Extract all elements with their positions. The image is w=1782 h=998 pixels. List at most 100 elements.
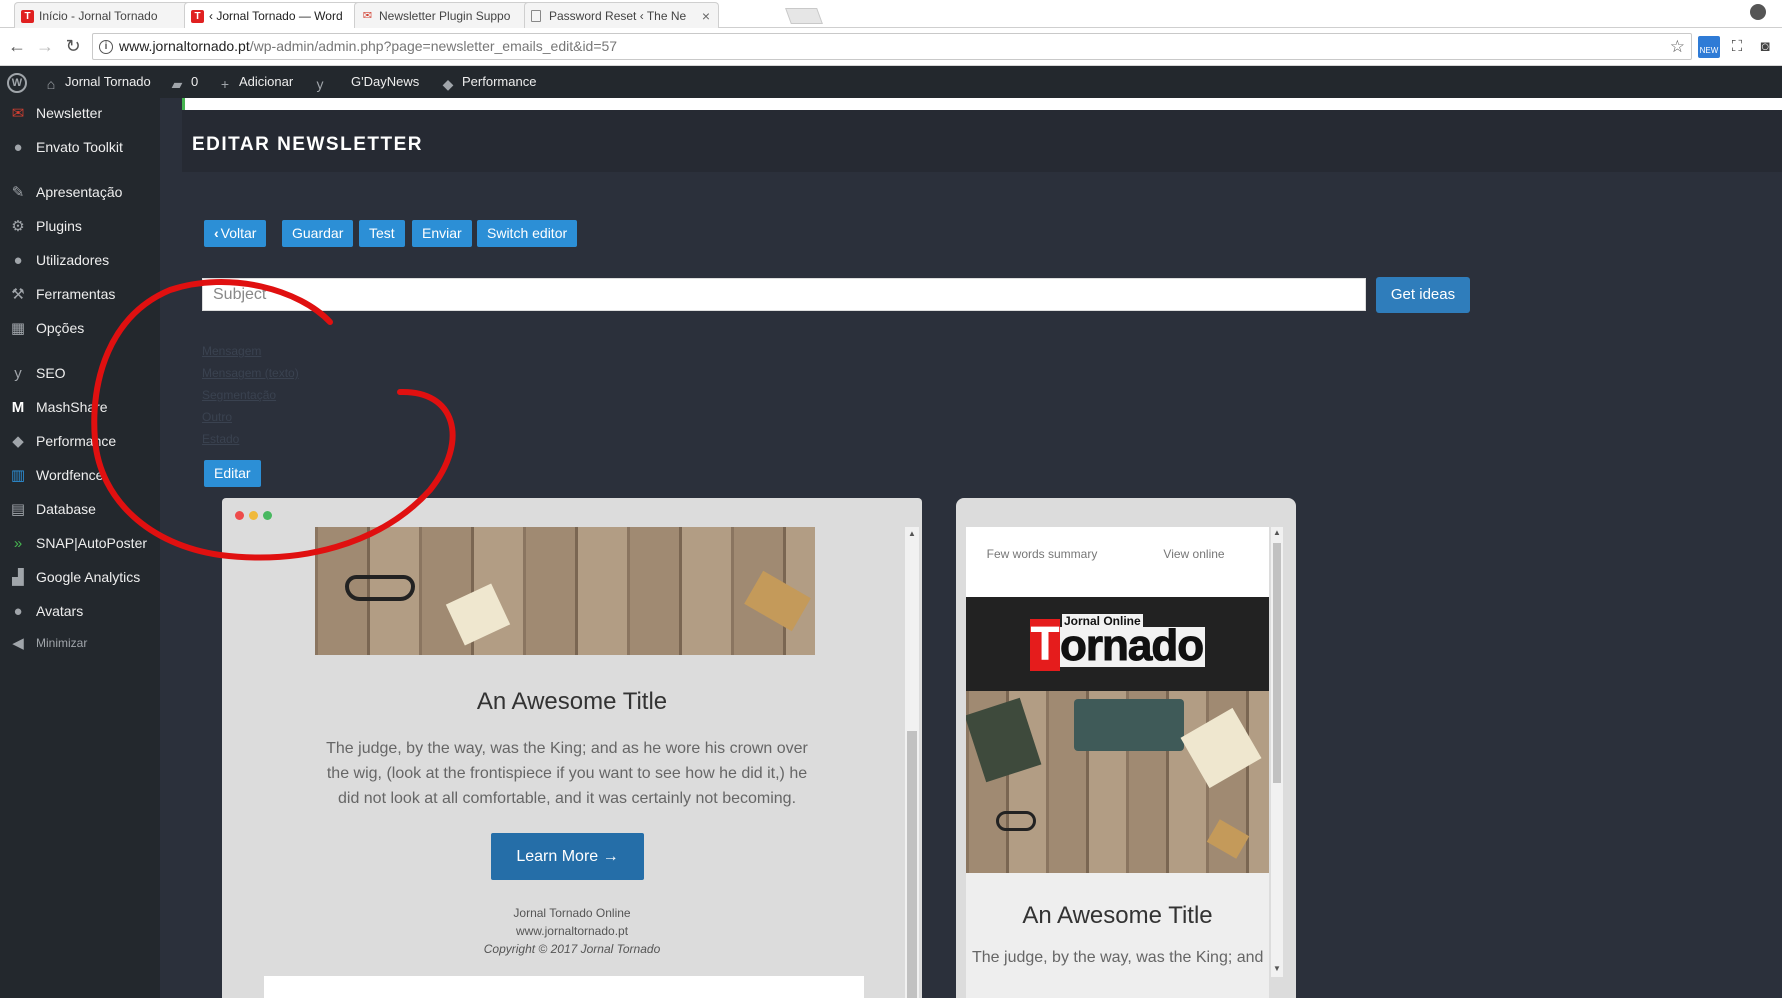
sidebar-item-opcoes[interactable]: ▦ Opções <box>0 315 160 345</box>
scroll-up-icon[interactable]: ▲ <box>905 527 919 541</box>
sidebar-item-utilizadores[interactable]: ● Utilizadores <box>0 247 160 277</box>
info-icon[interactable]: i <box>99 40 113 54</box>
desktop-preview: An Awesome Title The judge, by the way, … <box>222 498 922 998</box>
tab-segmentacao[interactable]: Segmentação <box>202 388 276 402</box>
email-body: The judge, by the way, was the King; and… <box>326 740 808 807</box>
subject-input[interactable] <box>202 278 1366 311</box>
gmail-favicon-icon: ✉ <box>362 10 373 22</box>
sidebar-item-envato-toolkit[interactable]: ● Envato Toolkit <box>0 134 160 164</box>
plus-icon: + <box>220 76 230 92</box>
settings-icon: ▦ <box>10 320 26 337</box>
sidebar-item-minimizar[interactable]: ◀ Minimizar <box>0 630 160 660</box>
tab-outro[interactable]: Outro <box>202 410 232 424</box>
adminbar-comments[interactable]: ▰ 0 <box>169 66 199 98</box>
database-icon: ▤ <box>10 501 26 518</box>
browser-tab-wordpress[interactable]: T ‹ Jornal Tornado — Word × <box>184 2 379 28</box>
sidebar-item-ferramentas[interactable]: ⚒ Ferramentas <box>0 281 160 311</box>
newsletter-icon: ✉ <box>11 105 25 122</box>
typewriter-image <box>1074 699 1184 751</box>
browser-tab-password-reset[interactable]: Password Reset ‹ The Ne × <box>524 2 719 28</box>
admin-sidebar: ✉ Newsletter ● Envato Toolkit ✎ Apresentaçã… <box>0 98 160 998</box>
url-host: www.jornaltornado.pt <box>119 38 250 54</box>
scroll-up-icon[interactable]: ▲ <box>1271 527 1283 539</box>
hero-image <box>315 527 815 655</box>
performance-icon: ◆ <box>442 76 454 92</box>
adminbar-gdaynews[interactable]: G'DayNews <box>351 66 419 98</box>
tab-estado[interactable]: Estado <box>202 432 239 446</box>
sidebar-item-apresentacao[interactable]: ✎ Apresentação <box>0 179 160 209</box>
profile-icon[interactable] <box>1750 4 1766 20</box>
wordpress-logo-icon[interactable]: W <box>7 73 27 93</box>
adminbar-add-new[interactable]: + Adicionar <box>217 66 293 98</box>
sidebar-item-wordfence[interactable]: ▥ Wordfence <box>0 462 160 492</box>
back-button[interactable]: ‹ Voltar <box>204 220 267 247</box>
send-button[interactable]: Enviar <box>412 220 472 247</box>
few-words-summary-link[interactable]: Few words summary <box>982 547 1102 562</box>
performance-icon: ◆ <box>12 433 24 450</box>
fullscreen-icon[interactable]: ⛶ <box>1726 36 1748 58</box>
adminbar-performance[interactable]: ◆ Performance <box>440 66 537 98</box>
snap-icon: » <box>13 535 23 552</box>
extension-new-icon[interactable]: NEW <box>1698 36 1720 58</box>
tab-mensagem-texto[interactable]: Mensagem (texto) <box>202 366 299 380</box>
forward-arrow-icon[interactable]: → <box>34 35 56 57</box>
glasses-image <box>996 811 1036 831</box>
adminbar-site-name[interactable]: ⌂ Jornal Tornado <box>43 66 151 98</box>
browser-tab-title: Password Reset ‹ The Ne <box>549 9 687 23</box>
sidebar-item-snap-autoposter[interactable]: » SNAP|AutoPoster <box>0 530 160 560</box>
glasses-image <box>345 575 415 601</box>
address-bar[interactable]: i www.jornaltornado.pt/wp-admin/admin.ph… <box>92 33 1692 60</box>
email-title: An Awesome Title <box>476 688 668 715</box>
window-close-dot <box>235 511 244 520</box>
users-icon: ● <box>13 252 23 269</box>
mobile-preview-scrollbar[interactable]: ▲ ▼ <box>1271 527 1283 977</box>
wordfence-icon: ▥ <box>10 467 26 484</box>
reload-icon[interactable]: ↻ <box>62 35 84 57</box>
sidebar-item-avatars[interactable]: ● Avatars <box>0 598 160 628</box>
edit-button[interactable]: Editar <box>204 460 261 487</box>
book-image <box>966 697 1042 783</box>
browser-tab-title: Início - Jornal Tornado <box>39 9 158 23</box>
sidebar-item-newsletter[interactable]: ✉ Newsletter <box>0 100 160 130</box>
paper-image <box>1180 707 1262 789</box>
sidebar-item-performance[interactable]: ◆ Performance <box>0 428 160 458</box>
browser-tab-inicio[interactable]: T Início - Jornal Tornado × <box>14 2 209 28</box>
analytics-icon: ▟ <box>12 569 24 586</box>
tornado-favicon-icon: T <box>21 10 34 23</box>
save-button[interactable]: Guardar <box>282 220 354 247</box>
switch-editor-button[interactable]: Switch editor <box>477 220 578 247</box>
back-arrow-icon[interactable]: ← <box>6 35 28 57</box>
mashshare-icon: M <box>11 399 25 416</box>
adminbar-yoast[interactable]: y <box>312 66 334 98</box>
sidebar-item-plugins[interactable]: ⚙ Plugins <box>0 213 160 243</box>
get-ideas-button[interactable]: Get ideas <box>1376 277 1470 313</box>
comment-icon: ▰ <box>171 76 183 92</box>
camera-icon[interactable]: ◙ <box>1754 36 1776 58</box>
box-image <box>1206 819 1250 859</box>
view-online-link[interactable]: View online <box>1134 547 1254 562</box>
mobile-email-body: The judge, by the way, was the King; and <box>972 949 1264 966</box>
scroll-down-icon[interactable]: ▼ <box>1271 963 1283 975</box>
sidebar-item-mashshare[interactable]: M MashShare <box>0 394 160 424</box>
sidebar-item-seo[interactable]: y SEO <box>0 360 160 390</box>
learn-more-button[interactable]: Learn More → <box>491 833 644 880</box>
admin-notice <box>182 98 1782 110</box>
mobile-preview-screen: Few words summary View online Jornal Onl… <box>966 527 1269 998</box>
mobile-hero-image <box>966 691 1269 873</box>
test-button[interactable]: Test <box>359 220 405 247</box>
bookmark-star-icon[interactable]: ☆ <box>1670 34 1685 59</box>
tornado-favicon-icon: T <box>191 10 204 23</box>
browser-tab-newsletter-support[interactable]: ✉ Newsletter Plugin Suppo × <box>354 2 549 28</box>
scrollbar-thumb[interactable] <box>907 731 917 998</box>
tab-mensagem[interactable]: Mensagem <box>202 344 261 358</box>
scrollbar-thumb[interactable] <box>1273 543 1281 783</box>
desktop-preview-scrollbar[interactable]: ▲ <box>905 527 919 998</box>
new-tab-button[interactable] <box>785 8 823 24</box>
page-title: EDITAR NEWSLETTER <box>192 134 423 155</box>
browser-tab-title: ‹ Jornal Tornado — Word <box>209 9 343 23</box>
sidebar-item-google-analytics[interactable]: ▟ Google Analytics <box>0 564 160 594</box>
close-tab-icon[interactable]: × <box>702 3 710 28</box>
sidebar-item-database[interactable]: ▤ Database <box>0 496 160 526</box>
yoast-icon: y <box>316 76 324 92</box>
url-path: /wp-admin/admin.php?page=newsletter_emai… <box>249 38 618 54</box>
